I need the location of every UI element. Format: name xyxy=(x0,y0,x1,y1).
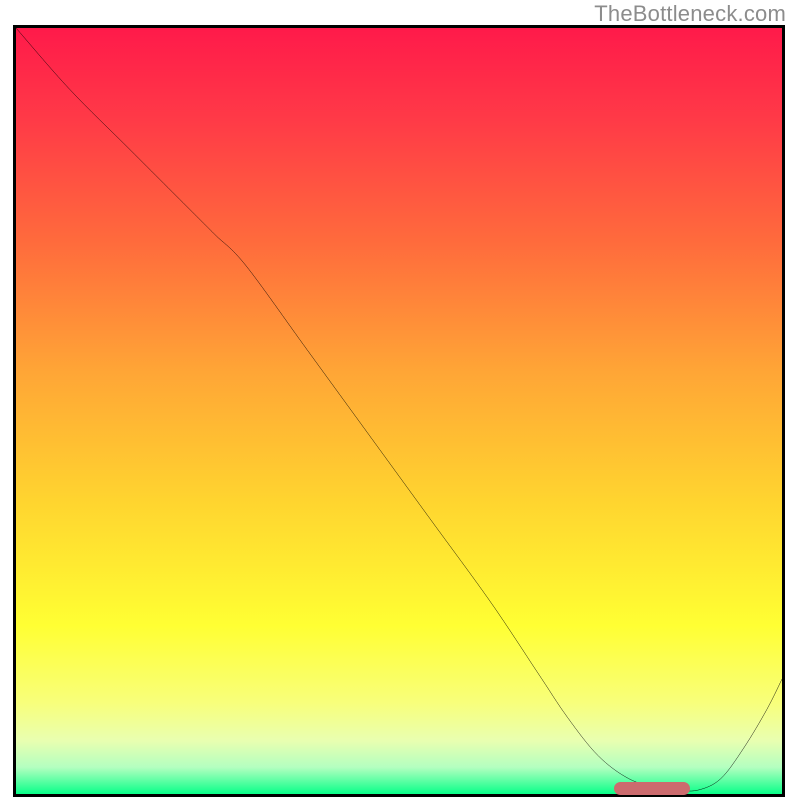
optimal-range-marker xyxy=(614,782,691,795)
bottleneck-curve xyxy=(16,28,782,794)
watermark-text: TheBottleneck.com xyxy=(594,1,786,27)
chart-frame xyxy=(13,25,785,797)
